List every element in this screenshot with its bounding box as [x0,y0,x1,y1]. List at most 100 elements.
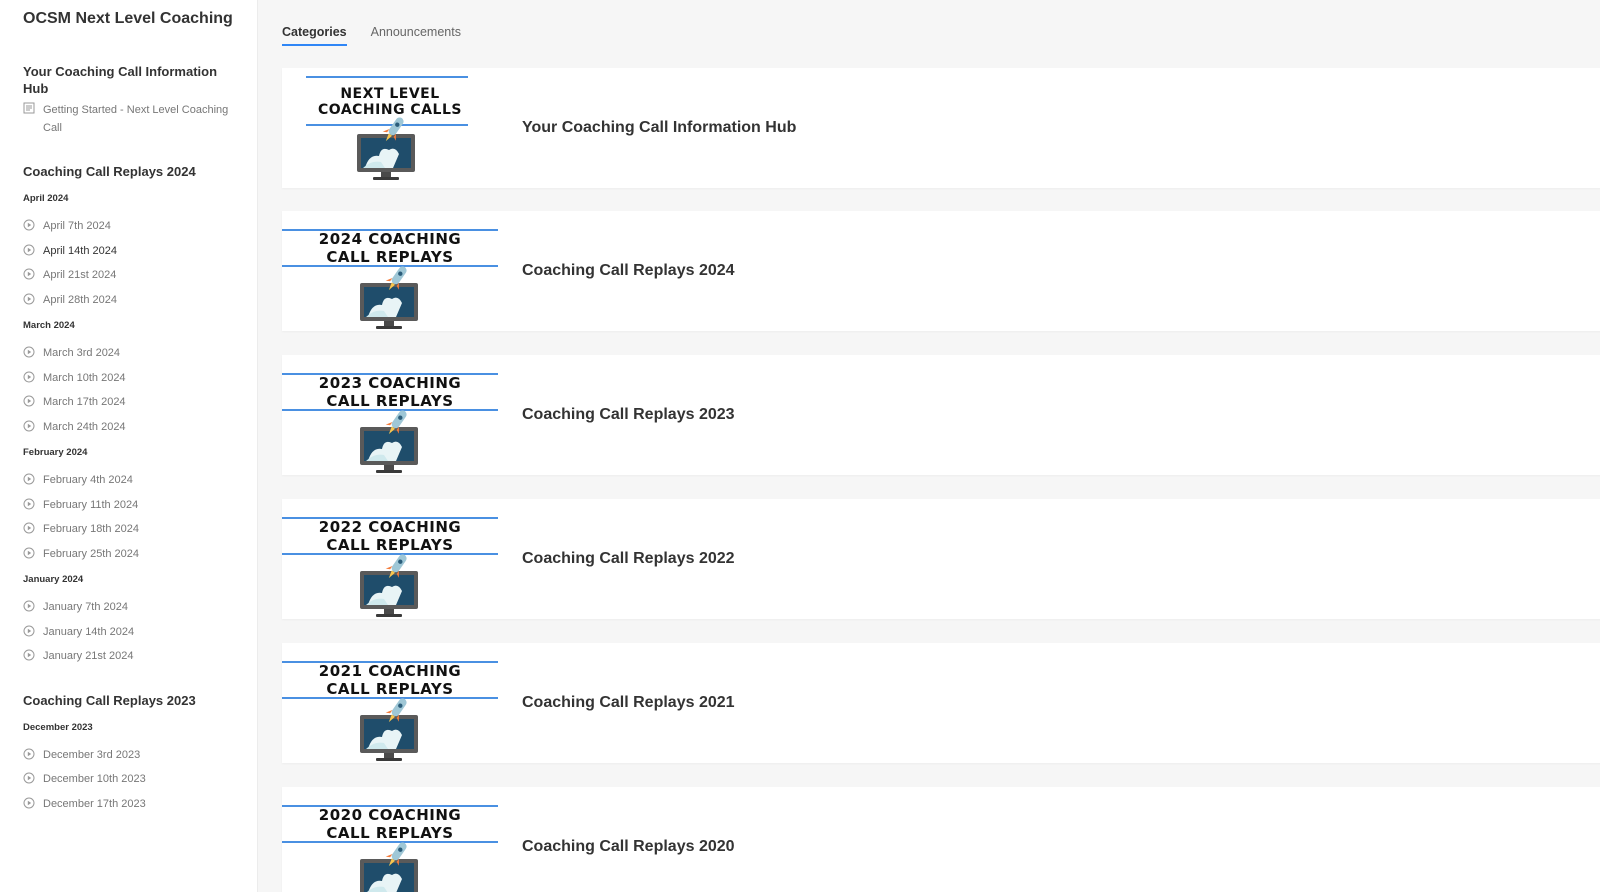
rocket-monitor-icon [355,116,417,182]
sidebar-lesson[interactable]: March 10th 2024 [23,370,234,388]
sidebar-lesson[interactable]: April 14th 2024 [23,243,234,261]
sidebar-month-group: February 2024 February 4th 2024 February 1… [23,446,234,563]
sidebar-lesson-label: December 3rd 2023 [43,748,141,761]
category-card[interactable]: 2024 COACHING CALL REPLAYS Coaching Call R… [282,211,1600,331]
thumbnail-caption-line: 2020 COACHING [318,806,462,824]
play-circle-icon [23,797,35,809]
play-circle-icon [23,219,35,231]
sidebar-months-2024: April 2024 April 7th 2024 April 14th 2024 A… [23,192,234,666]
sidebar-lesson[interactable]: December 3rd 2023 [23,747,234,765]
sidebar-lesson-label: December 17th 2023 [43,797,146,810]
play-circle-icon [23,522,35,534]
category-list: NEXT LEVEL COACHING CALLS Your Coaching Ca… [282,68,1600,892]
main-content: Categories Announcements NEXT LEVEL COACH… [258,0,1600,892]
sidebar-section-replays-2023[interactable]: Coaching Call Replays 2023 [23,692,234,709]
tab-categories[interactable]: Categories [282,25,347,46]
app: OCSM Next Level Coaching Your Coaching C… [0,0,1600,892]
category-thumbnail: 2024 COACHING CALL REPLAYS [282,211,498,331]
sidebar-section-replays-2024[interactable]: Coaching Call Replays 2024 [23,163,234,180]
sidebar-lesson[interactable]: December 10th 2023 [23,771,234,789]
sidebar-lesson[interactable]: December 17th 2023 [23,796,234,814]
sidebar-lesson-label: February 11th 2024 [43,498,139,511]
sidebar-lesson[interactable]: March 3rd 2024 [23,345,234,363]
thumbnail-caption: 2023 COACHING CALL REPLAYS [282,374,498,410]
thumbnail-caption-line: 2021 COACHING [318,662,462,680]
sidebar-months-2023: December 2023 December 3rd 2023 December 1… [23,721,234,814]
category-card[interactable]: 2023 COACHING CALL REPLAYS Coaching Call R… [282,355,1600,475]
sidebar-lesson[interactable]: January 7th 2024 [23,599,234,617]
thumbnail-caption: 2020 COACHING CALL REPLAYS [282,806,498,842]
sidebar-lesson[interactable]: April 21st 2024 [23,267,234,285]
play-circle-icon [23,748,35,760]
play-circle-icon [23,244,35,256]
thumbnail-caption: 2021 COACHING CALL REPLAYS [282,662,498,698]
sidebar-section-hub[interactable]: Your Coaching Call Information Hub [23,63,234,97]
play-circle-icon [23,268,35,280]
sidebar-lesson[interactable]: February 25th 2024 [23,546,234,564]
play-circle-icon [23,498,35,510]
sidebar-lesson-label: April 28th 2024 [43,293,117,306]
thumbnail-caption-line: CALL REPLAYS [326,392,454,410]
thumbnail-caption: 2024 COACHING CALL REPLAYS [282,230,498,266]
play-circle-icon [23,420,35,432]
play-circle-icon [23,772,35,784]
thumbnail-caption-line: 2022 COACHING [318,518,462,536]
category-thumbnail: 2020 COACHING CALL REPLAYS [282,787,498,892]
sidebar-lesson[interactable]: February 18th 2024 [23,521,234,539]
sidebar-lesson-label: January 14th 2024 [43,625,135,638]
thumbnail-caption-line: CALL REPLAYS [326,248,454,266]
sidebar-month-group: December 2023 December 3rd 2023 December 1… [23,721,234,814]
sidebar-month-title: April 2024 [23,193,69,204]
thumbnail-divider [306,76,468,78]
sidebar-lesson-getting-started[interactable]: Getting Started - Next Level Coaching Ca… [23,101,234,137]
play-circle-icon [23,625,35,637]
thumbnail-caption-line: CALL REPLAYS [326,536,454,554]
sidebar-lesson-label: February 18th 2024 [43,523,140,535]
sidebar-month-title: March 2024 [23,320,75,331]
sidebar-lesson-label: March 17th 2024 [43,396,126,408]
rocket-monitor-icon [358,553,420,619]
sidebar-lesson-label: February 4th 2024 [43,474,133,486]
category-card[interactable]: 2021 COACHING CALL REPLAYS Coaching Call R… [282,643,1600,763]
brand-title: OCSM Next Level Coaching [23,10,233,27]
sidebar-lesson-label: January 21st 2024 [43,650,134,662]
rocket-monitor-icon [358,697,420,763]
category-card[interactable]: 2022 COACHING CALL REPLAYS Coaching Call R… [282,499,1600,619]
play-circle-icon [23,293,35,305]
thumbnail-caption-line: 2023 COACHING [318,374,462,392]
category-card[interactable]: NEXT LEVEL COACHING CALLS Your Coaching Ca… [282,68,1600,188]
sidebar-lesson-label: March 24th 2024 [43,420,126,433]
rocket-monitor-icon [358,841,420,892]
thumbnail-caption-line: CALL REPLAYS [326,680,454,698]
tab-announcements[interactable]: Announcements [371,25,461,46]
thumbnail-caption-line: CALL REPLAYS [326,824,454,842]
play-circle-icon [23,395,35,407]
thumbnail-caption-line: 2024 COACHING [318,230,462,248]
sidebar-month-group: March 2024 March 3rd 2024 March 10th 2024 M… [23,319,234,436]
play-circle-icon [23,346,35,358]
sidebar-lesson[interactable]: April 7th 2024 [23,218,234,236]
document-icon [23,102,35,114]
sidebar-lesson[interactable]: January 21st 2024 [23,648,234,666]
category-title: Coaching Call Replays 2020 [522,838,735,855]
category-thumbnail: 2022 COACHING CALL REPLAYS [282,499,498,619]
thumbnail-caption-line: NEXT LEVEL [340,86,440,102]
sidebar-month-title: February 2024 [23,447,88,458]
sidebar-lesson[interactable]: February 4th 2024 [23,472,234,490]
category-title: Coaching Call Replays 2024 [522,262,735,279]
play-circle-icon [23,547,35,559]
category-title: Coaching Call Replays 2021 [522,694,735,711]
sidebar-month-group: January 2024 January 7th 2024 January 14th… [23,573,234,666]
sidebar-lesson[interactable]: March 17th 2024 [23,394,234,412]
rocket-monitor-icon [358,265,420,331]
tab-bar: Categories Announcements [282,0,1600,48]
sidebar-lesson-label: January 7th 2024 [43,601,129,613]
sidebar-lesson-label: February 25th 2024 [43,547,140,560]
sidebar-lesson[interactable]: January 14th 2024 [23,624,234,642]
sidebar-lesson[interactable]: April 28th 2024 [23,292,234,310]
category-card[interactable]: 2020 COACHING CALL REPLAYS Coaching Call R… [282,787,1600,892]
sidebar-lesson[interactable]: February 11th 2024 [23,497,234,515]
sidebar-month-title: December 2023 [23,721,93,733]
sidebar-lesson[interactable]: March 24th 2024 [23,419,234,437]
play-circle-icon [23,649,35,661]
